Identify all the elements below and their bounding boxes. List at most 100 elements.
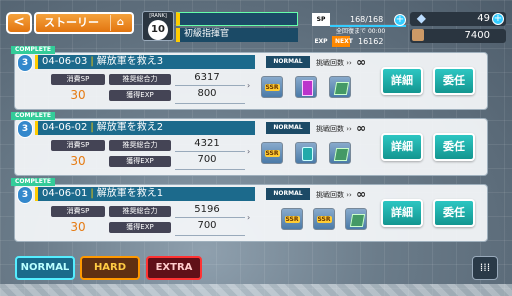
sp-exp-panel: SP 168/168 全回復まで 00:00 EXP NEXT 16162 [312,12,406,47]
mission-name: 解放軍を救え1 [96,188,164,199]
mission-title: 04-06-03 | 解放軍を救え3 [35,55,255,69]
detail-button[interactable]: 詳細 [381,199,423,227]
sp-value: 168/168 [350,14,384,24]
chevron-right-icon: › [247,81,251,90]
attempt-limit-label: 挑戦回数 [316,191,344,199]
chevron-right-icon: › [247,147,251,156]
rank-value: 10 [148,20,168,40]
player-title: 初級指揮官 [176,28,298,42]
delegate-button[interactable]: 委任 [433,199,475,227]
detail-button[interactable]: 詳細 [381,67,423,95]
mission-code: 04-06-02 [42,122,88,133]
hard-difficulty-button[interactable]: HARD [80,256,140,280]
detail-button[interactable]: 詳細 [381,133,423,161]
divider [175,103,245,104]
reward-chip-icon[interactable] [329,76,351,98]
reward-ssr-ticket-icon[interactable]: SSR [313,208,335,230]
attempt-limit: 挑戦回数 ›› ∞ [316,187,367,201]
recover-label: 全回復まで [336,28,367,35]
attempt-limit-label: 挑戦回数 [316,59,344,67]
divider [175,169,245,170]
sp-tag: SP [312,12,330,26]
reward-ssr-ticket-icon[interactable]: SSR [261,76,283,98]
rank-label: [RANK] [149,13,167,19]
power-value: 4321 [194,138,220,149]
mission-name: 解放軍を救え3 [96,56,164,67]
attempt-limit: 挑戦回数 ›› ∞ [316,55,367,69]
mission-rank-badge: 3 [17,186,33,204]
divider [175,151,245,152]
rank-badge: [RANK] 10 [142,11,174,41]
gold-icon [412,29,424,41]
mission-rank-badge: 3 [17,120,33,138]
difficulty-bar: NORMAL HARD EXTRA ⁞⁞⁞ [0,256,512,296]
reward-chip-icon[interactable] [345,208,367,230]
reward-book-icon[interactable] [295,76,317,98]
mission-title: 04-06-02 | 解放軍を救え2 [35,121,255,135]
power-label: 推奨総合力 [109,74,171,85]
gem-value: 49 [477,13,490,24]
mission-code: 04-06-03 [42,56,88,67]
menu-grid-icon[interactable]: ⁞⁞⁞ [472,256,498,280]
exp-row: EXP NEXT 16162 [312,34,406,48]
home-icon[interactable]: ⌂ [110,15,130,31]
sp-cost-label: 消費SP [51,140,105,151]
exp-label: 獲得EXP [109,156,171,167]
power-label: 推奨総合力 [109,140,171,151]
complete-tag: COMPLETE [11,112,55,120]
mission-card[interactable]: COMPLETE 3 04-06-02 | 解放軍を救え2 NORMAL 挑戦回数 … [11,112,488,176]
exp-value: 800 [197,88,217,99]
mission-rank-badge: 3 [17,54,33,72]
next-exp-value: 16162 [358,36,384,46]
exp-label: 獲得EXP [109,90,171,101]
top-bar: < ストーリー ⌂ [RANK] 10 初級指揮官 SP 168/168 全回復… [0,0,512,47]
story-title-label: ストーリー [44,16,99,29]
complete-tag: COMPLETE [11,46,55,54]
exp-value: 700 [197,220,217,231]
story-title: ストーリー ⌂ [34,12,134,34]
infinity-icon: ∞ [356,55,367,69]
infinity-icon: ∞ [356,187,367,201]
player-name-strip [176,12,298,26]
normal-difficulty-button[interactable]: NORMAL [15,256,75,280]
gold-counter: 7400 [410,29,506,43]
sp-row: SP 168/168 [312,12,406,26]
mission-name: 解放軍を救え2 [96,122,164,133]
attempt-limit: 挑戦回数 ›› ∞ [316,121,367,135]
difficulty-tag: NORMAL [266,122,310,134]
gem-plus-button[interactable]: + [492,13,504,25]
reward-chip-icon[interactable] [329,142,351,164]
delegate-button[interactable]: 委任 [433,67,475,95]
player-name-bar: 初級指揮官 [176,12,298,42]
mission-card[interactable]: COMPLETE 3 04-06-03 | 解放軍を救え3 NORMAL 挑戦回数 … [11,46,488,110]
sp-plus-button[interactable]: + [394,14,406,26]
gem-counter: ◆ 49 + [410,11,506,26]
power-label: 推奨総合力 [109,206,171,217]
reward-ssr-ticket-icon[interactable]: SSR [281,208,303,230]
difficulty-tag: NORMAL [266,188,310,200]
sp-cost-value: 30 [70,154,86,168]
sp-cost-value: 30 [70,220,86,234]
mission-code: 04-06-01 [42,188,88,199]
divider [175,235,245,236]
reward-jar-icon[interactable] [295,142,317,164]
reward-ssr-ticket-icon[interactable]: SSR [261,142,283,164]
infinity-icon: ∞ [356,121,367,135]
power-value: 6317 [194,72,220,83]
mission-title: 04-06-01 | 解放軍を救え1 [35,187,255,201]
divider [175,85,245,86]
delegate-button[interactable]: 委任 [433,133,475,161]
chevron-right-icon: › [247,213,251,222]
extra-difficulty-button[interactable]: EXTRA [146,256,202,280]
recover-text: 全回復まで 00:00 [336,26,385,35]
mission-card[interactable]: COMPLETE 3 04-06-01 | 解放軍を救え1 NORMAL 挑戦回数 … [11,178,488,242]
bottom-hazard-strip [0,284,512,296]
gold-value: 7400 [464,30,490,41]
exp-value: 700 [197,154,217,165]
recover-time: 00:00 [367,28,386,35]
exp-label: 獲得EXP [109,222,171,233]
difficulty-tag: NORMAL [266,56,310,68]
back-button[interactable]: < [6,12,32,34]
exp-tag: EXP [314,37,328,45]
attempt-limit-label: 挑戦回数 [316,125,344,133]
